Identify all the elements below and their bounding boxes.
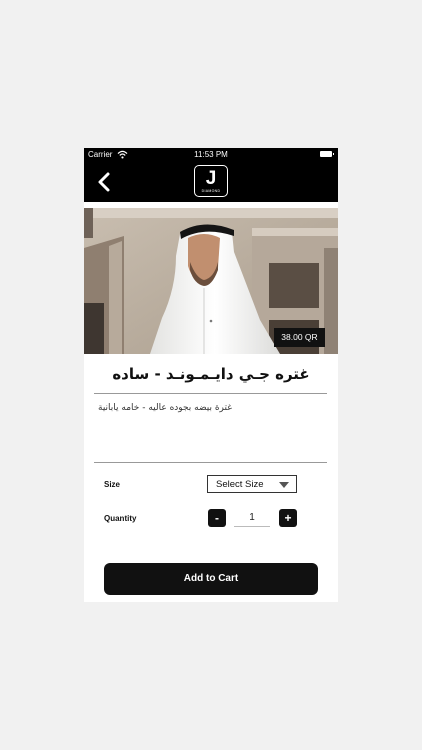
divider — [94, 462, 327, 463]
quantity-increase-button[interactable]: + — [279, 509, 297, 527]
status-bar: Carrier 11:53 PM — [84, 148, 338, 162]
quantity-input[interactable] — [234, 509, 270, 527]
price-badge: 38.00 QR — [274, 328, 325, 347]
logo-mark: J — [205, 168, 217, 189]
back-chevron-icon[interactable] — [94, 170, 114, 194]
quantity-decrease-button[interactable]: - — [208, 509, 226, 527]
add-to-cart-button[interactable]: Add to Cart — [104, 563, 318, 595]
size-dropdown[interactable]: Select Size — [207, 475, 297, 493]
divider — [94, 393, 327, 394]
size-label: Size — [104, 480, 121, 489]
quantity-label: Quantity — [104, 514, 137, 523]
product-description: غترة بيضه بجوده عاليه - خامه يابانية — [98, 403, 232, 413]
battery-icon — [320, 151, 334, 157]
clock: 11:53 PM — [194, 150, 228, 159]
logo-subtitle: DIAMOND — [201, 189, 221, 193]
nav-bar: J DIAMOND — [84, 162, 338, 202]
brand-logo: J DIAMOND — [194, 165, 228, 197]
product-title: غتره جـي دايـمـونـد - ساده — [112, 365, 310, 383]
caret-down-icon — [279, 482, 289, 488]
app-screen: Carrier 11:53 PM J DIAMOND 38.00 QR غتره… — [84, 148, 338, 602]
size-dropdown-value: Select Size — [216, 479, 264, 490]
